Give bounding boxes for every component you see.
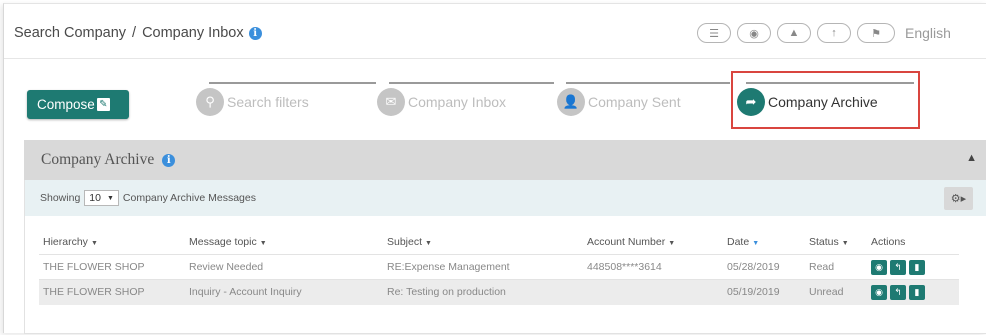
chevron-down-icon: ▼ (106, 194, 114, 202)
table-row[interactable]: THE FLOWER SHOP Inquiry - Account Inquir… (39, 279, 959, 305)
step-connector (389, 82, 554, 84)
breadcrumb-separator: / (132, 25, 137, 41)
app-window: Search Company / Company Inbox i ☰ ◉ ▲ ↑… (3, 3, 986, 334)
search-icon: ⚲ (196, 88, 224, 116)
cell-date: 05/28/2019 (723, 254, 805, 280)
tab-company-inbox[interactable]: ✉ Company Inbox (377, 88, 506, 116)
sort-icon: ▼ (752, 240, 760, 247)
column-header-account[interactable]: Account Number ▼ (583, 236, 723, 255)
cell-actions: ◉ ↰ ▮ (867, 279, 959, 305)
sort-icon: ▼ (425, 240, 432, 247)
highlight-annotation (731, 71, 920, 129)
envelope-icon: ✉ (377, 88, 405, 116)
info-icon[interactable]: i (248, 26, 262, 40)
info-icon[interactable]: i (162, 153, 176, 167)
cell-hierarchy: THE FLOWER SHOP (39, 279, 185, 305)
cell-account: 448508****3614 (583, 254, 723, 280)
table-header-row: Hierarchy ▼ Message topic ▼ Subject ▼ Accou… (39, 236, 959, 255)
column-header-topic[interactable]: Message topic ▼ (185, 236, 383, 255)
panel-body: Showing 10 ▼ Company Archive Messages ⚙▸ … (24, 180, 986, 334)
showing-suffix: Company Archive Messages (122, 192, 256, 204)
column-header-subject[interactable]: Subject ▼ (383, 236, 583, 255)
tab-label: Company Sent (588, 94, 681, 110)
page-size-select[interactable]: 10 ▼ (84, 190, 119, 206)
breadcrumb-root[interactable]: Search Company (14, 25, 126, 41)
gear-icon: ⚙▸ (950, 193, 967, 205)
cell-actions: ◉ ↰ ▮ (867, 254, 959, 280)
messages-table: Hierarchy ▼ Message topic ▼ Subject ▼ Accou… (39, 236, 959, 305)
cell-hierarchy: THE FLOWER SHOP (39, 254, 185, 280)
reply-icon[interactable]: ↰ (890, 284, 906, 300)
panel-header: Company Archive i ▲ (24, 140, 986, 180)
table-row[interactable]: THE FLOWER SHOP Review Needed RE:Expense… (39, 254, 959, 280)
sort-icon: ▼ (668, 240, 676, 247)
cell-status: Read (805, 254, 867, 280)
flag-icon[interactable]: ⚑ (857, 23, 895, 43)
compose-button[interactable]: Compose ✎ (27, 90, 129, 119)
table-toolbar: Showing 10 ▼ Company Archive Messages ⚙▸ (25, 180, 986, 216)
cell-date: 05/19/2019 (723, 279, 805, 305)
sort-icon: ▼ (841, 240, 849, 247)
page-size-value: 10 (89, 192, 101, 204)
cell-status: Unread (805, 279, 867, 305)
settings-button[interactable]: ⚙▸ (944, 187, 973, 210)
compose-label: Compose (37, 97, 95, 112)
header-icons: ☰ ◉ ▲ ↑ ⚑ English (697, 23, 951, 43)
bell-icon[interactable]: ▲ (777, 23, 811, 43)
compose-icon: ✎ (96, 98, 110, 111)
view-icon[interactable]: ◉ (871, 259, 887, 275)
cell-subject: RE:Expense Management (383, 254, 583, 280)
view-icon[interactable]: ◉ (871, 284, 887, 300)
list-icon[interactable]: ☰ (697, 23, 731, 43)
cell-topic: Inquiry - Account Inquiry (185, 279, 383, 305)
tab-label: Search filters (227, 94, 309, 110)
delete-icon[interactable]: ▮ (909, 284, 925, 300)
cell-subject: Re: Testing on production (383, 279, 583, 305)
step-connector (209, 82, 376, 84)
tab-company-sent[interactable]: 👤 Company Sent (557, 88, 681, 116)
sort-icon: ▼ (259, 240, 267, 247)
column-header-status[interactable]: Status ▼ (805, 236, 867, 255)
step-connector (566, 82, 730, 84)
column-header-date[interactable]: Date ▼ (723, 236, 805, 255)
column-header-actions: Actions (871, 236, 906, 248)
cell-topic: Review Needed (185, 254, 383, 280)
breadcrumb-current: Company Inbox (142, 25, 244, 41)
breadcrumb: Search Company / Company Inbox i (14, 25, 262, 41)
panel-title: Company Archive (41, 151, 155, 168)
sort-icon: ▼ (90, 240, 98, 247)
archive-panel: Company Archive i ▲ Showing 10 ▼ Company … (24, 140, 986, 334)
reply-icon[interactable]: ↰ (890, 259, 906, 275)
upload-icon[interactable]: ↑ (817, 23, 851, 43)
tab-search-filters[interactable]: ⚲ Search filters (196, 88, 309, 116)
column-header-hierarchy[interactable]: Hierarchy ▼ (39, 236, 185, 255)
delete-icon[interactable]: ▮ (909, 259, 925, 275)
cell-account (583, 279, 723, 305)
user-icon[interactable]: ◉ (737, 23, 771, 43)
header-bar: Search Company / Company Inbox i ☰ ◉ ▲ ↑… (4, 4, 986, 59)
tab-label: Company Inbox (408, 94, 507, 110)
person-icon: 👤 (557, 88, 585, 116)
language-selector[interactable]: English (905, 25, 951, 41)
collapse-icon[interactable]: ▲ (966, 152, 977, 164)
showing-prefix: Showing (40, 192, 81, 204)
